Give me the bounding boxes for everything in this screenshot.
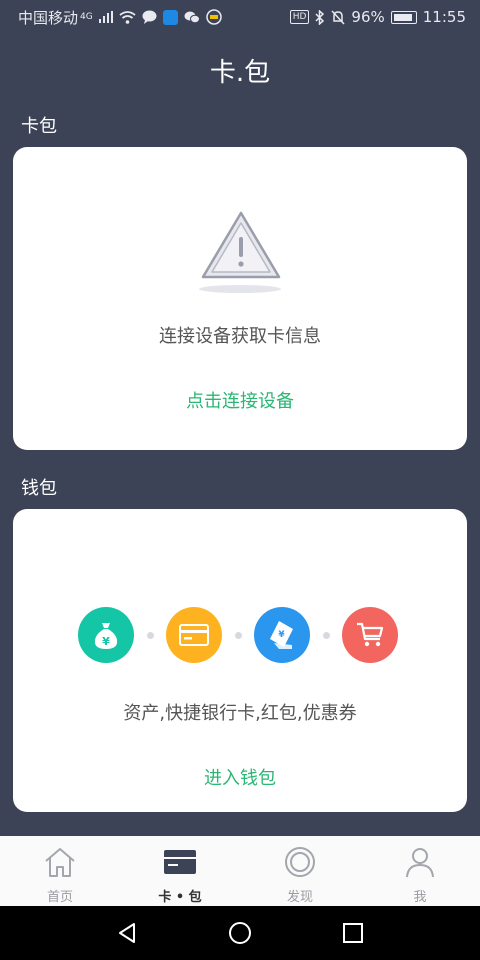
back-button[interactable] [107,913,147,953]
mute-bell-icon [331,9,345,25]
home-icon [43,846,77,882]
page-title: 卡.包 [209,58,271,88]
profile-icon [403,846,437,882]
wallet-description: 资产,快捷银行卡,红包,优惠券 [123,703,357,724]
signal-icon [98,11,113,23]
network-type: 4G [80,12,93,22]
wallet-section-panel: ¥ ¥ 资产,快捷银行卡,红包,优惠券 进入钱包 [13,509,467,812]
nav-item-profile[interactable]: 我 [360,836,480,906]
separator-dot [322,631,330,639]
card-section-panel: 连接设备获取卡信息 点击连接设备 [13,147,467,450]
status-bar: 中国移动 4G HD 96% 11:55 [0,0,480,34]
home-button[interactable] [220,913,260,953]
nav-label-card: 卡 • 包 [158,890,202,905]
status-time: 11:55 [422,8,466,26]
nav-label-profile: 我 [413,890,427,905]
message-icon [142,10,157,24]
back-triangle-icon [118,923,135,943]
battery-percent: 96% [351,8,385,26]
bluetooth-icon [315,9,325,25]
money-bag-icon: ¥ [78,607,134,663]
card-section-title: 卡包 [21,116,57,137]
recents-square-icon [343,923,364,943]
system-nav-bar [0,906,480,960]
connect-device-button[interactable]: 点击连接设备 [13,387,467,413]
home-circle-icon [228,922,251,944]
separator-dot [234,631,242,639]
bottom-nav: 首页 卡 • 包 发现 我 [0,836,480,906]
warning-triangle-icon [199,209,283,295]
shopping-cart-icon [342,607,398,663]
recents-button[interactable] [333,913,373,953]
connect-device-message: 连接设备获取卡信息 [159,326,321,347]
app-icon [205,9,222,25]
nav-item-discover[interactable]: 发现 [240,836,360,906]
nav-item-card[interactable]: 卡 • 包 [120,836,240,906]
battery-icon [390,10,417,24]
hd-badge: HD [289,10,310,24]
status-left: 中国移动 4G [18,7,222,28]
bank-card-icon [166,607,222,663]
nav-label-home: 首页 [46,890,73,905]
enter-wallet-button[interactable]: 进入钱包 [13,764,467,790]
card-icon [163,846,197,882]
app-notification-icon [162,9,178,25]
nav-item-home[interactable]: 首页 [0,836,120,906]
svg-text:¥: ¥ [278,630,285,640]
wallet-section-title: 钱包 [21,478,57,499]
wechat-icon [184,10,200,24]
svg-text:¥: ¥ [102,635,110,648]
discover-icon [283,846,317,882]
wifi-icon [119,10,136,24]
status-right: HD 96% 11:55 [289,8,466,26]
separator-dot [146,631,154,639]
carrier-name: 中国移动 [18,8,79,27]
red-packet-icon: ¥ [254,607,310,663]
nav-label-discover: 发现 [286,890,313,905]
wallet-icons-row: ¥ ¥ [78,607,398,663]
